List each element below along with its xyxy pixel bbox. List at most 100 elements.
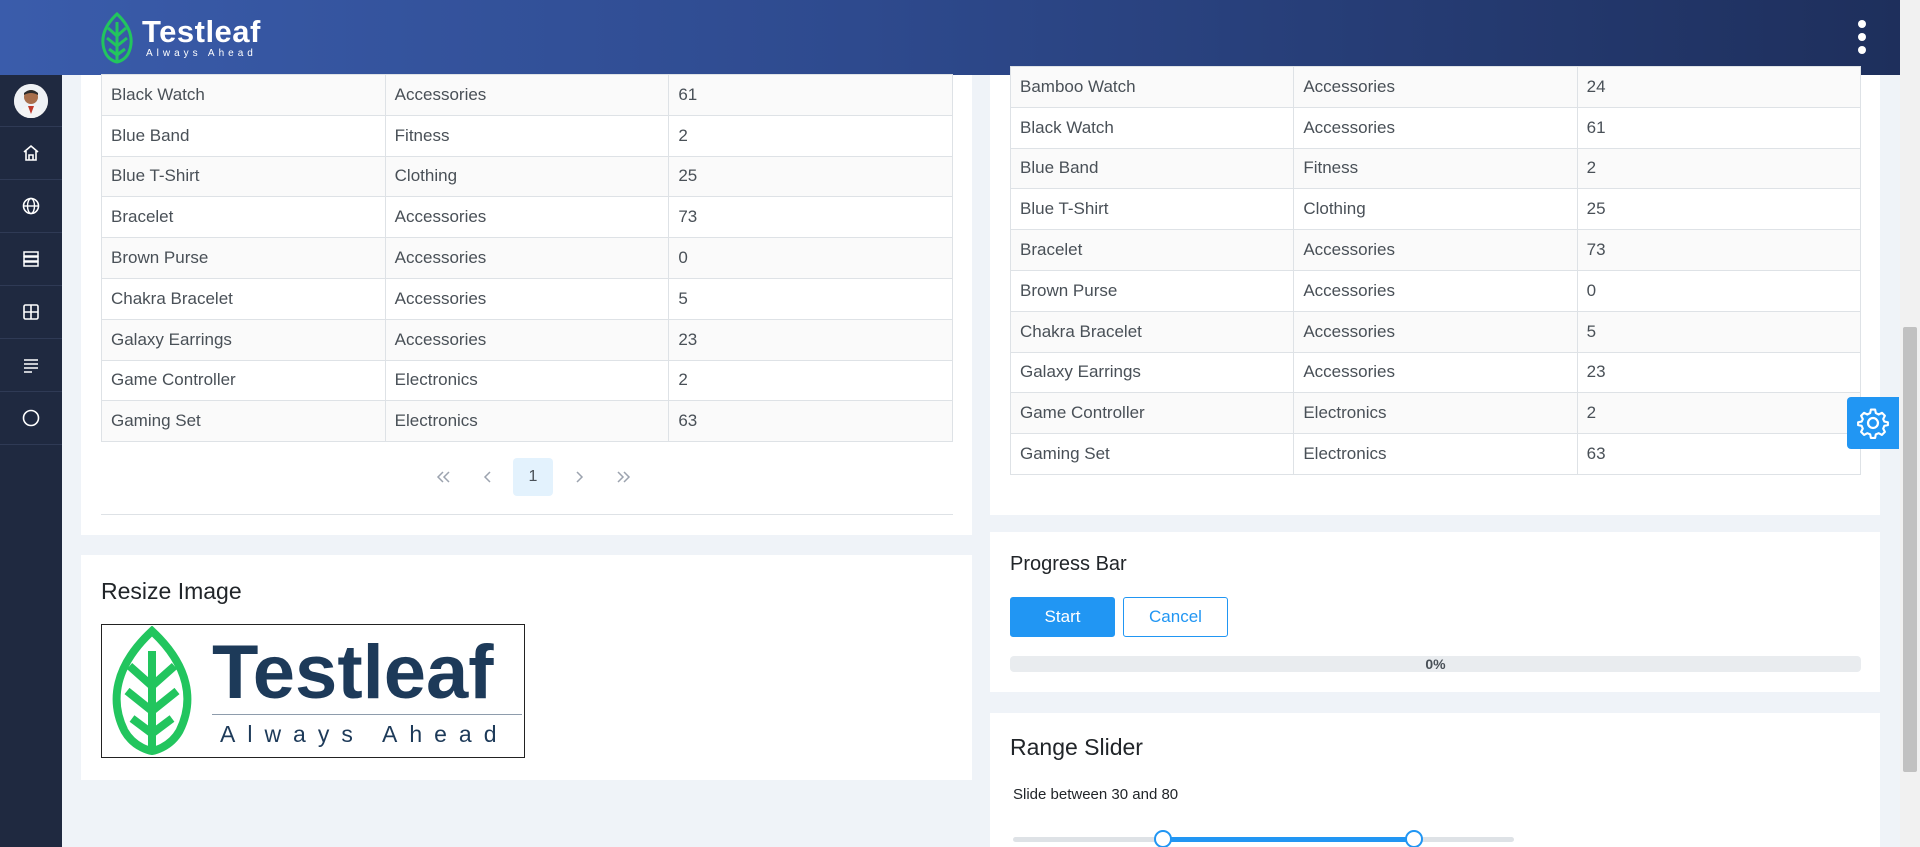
product-name-cell: Galaxy Earrings (1009, 351, 1295, 394)
table-row[interactable]: Galaxy Earrings Accessories 23 (1009, 351, 1862, 394)
quantity-cell: 0 (668, 237, 953, 279)
category-cell: Fitness (384, 114, 670, 157)
logo-title: Testleaf (142, 13, 261, 49)
quantity-cell: 0 (1576, 269, 1862, 312)
quantity-cell: 23 (1576, 351, 1862, 394)
resizable-image[interactable]: Testleaf Always Ahead (101, 624, 525, 758)
product-name-cell: Game Controller (101, 359, 386, 402)
product-name-cell: Blue Band (1009, 147, 1295, 190)
progress-value-label: 0% (1425, 656, 1446, 672)
resize-image-title: Resize Image (101, 578, 242, 604)
prev-page-button[interactable] (465, 458, 510, 496)
divider (101, 514, 953, 515)
range-slider-caption: Slide between 30 and 80 (1013, 786, 1179, 803)
product-name-cell: Bamboo Watch (1009, 66, 1295, 108)
product-name-cell: Black Watch (101, 74, 386, 116)
sidebar-item-list[interactable] (0, 339, 62, 392)
category-cell: Accessories (1293, 106, 1578, 149)
settings-config-button[interactable] (1847, 397, 1899, 449)
category-cell: Accessories (1293, 310, 1578, 353)
product-name-cell: Bracelet (101, 196, 386, 239)
quantity-cell: 2 (668, 114, 953, 157)
quantity-cell: 2 (1576, 392, 1862, 435)
table-row[interactable]: Game Controller Electronics 2 (1009, 392, 1862, 435)
double-chevron-left-icon (436, 471, 450, 483)
table-row[interactable]: Blue Band Fitness 2 (1009, 147, 1862, 190)
table-row[interactable]: Blue T-Shirt Clothing 25 (101, 155, 953, 198)
avatar[interactable] (0, 75, 62, 127)
quantity-cell: 63 (668, 400, 953, 443)
vertical-scrollbar-thumb[interactable] (1903, 327, 1917, 772)
user-avatar-image (14, 83, 48, 118)
quantity-cell: 61 (1576, 106, 1862, 149)
table-row[interactable]: Game Controller Electronics 2 (101, 359, 953, 402)
category-cell: Accessories (1293, 229, 1578, 271)
table-row[interactable]: Bracelet Accessories 73 (101, 196, 953, 239)
category-cell: Fitness (1293, 147, 1578, 190)
sidebar-item-misc[interactable] (0, 392, 62, 445)
home-icon (23, 144, 39, 161)
circle-icon (22, 409, 40, 427)
table-row[interactable]: Chakra Bracelet Accessories 5 (101, 277, 953, 320)
quantity-cell: 25 (1576, 188, 1862, 231)
app-logo[interactable]: Testleaf Always Ahead (98, 10, 261, 65)
sidebar-item-home[interactable] (0, 127, 62, 180)
gear-icon (1857, 408, 1889, 439)
product-name-cell: Blue T-Shirt (1009, 188, 1295, 231)
range-slider[interactable] (1013, 830, 1514, 847)
table-row[interactable]: Gaming Set Electronics 63 (101, 400, 953, 443)
table-row[interactable]: Blue T-Shirt Clothing 25 (1009, 188, 1862, 231)
product-name-cell: Game Controller (1009, 392, 1295, 435)
image-title-text: Testleaf (212, 630, 494, 715)
last-page-button[interactable] (601, 458, 646, 496)
cancel-button[interactable]: Cancel (1123, 597, 1228, 637)
product-name-cell: Brown Purse (1009, 269, 1295, 312)
sidebar (0, 75, 62, 847)
table-row[interactable]: Galaxy Earrings Accessories 23 (101, 318, 953, 361)
range-high-handle[interactable] (1404, 830, 1423, 847)
category-cell: Clothing (384, 155, 670, 198)
globe-icon (22, 197, 40, 215)
progress-bar-title: Progress Bar (1010, 553, 1127, 575)
category-cell: Accessories (1293, 269, 1578, 312)
first-page-button[interactable] (420, 458, 465, 496)
product-name-cell: Blue T-Shirt (101, 155, 386, 198)
category-cell: Accessories (384, 237, 670, 279)
more-options-icon[interactable] (1850, 18, 1874, 58)
table-row[interactable]: Brown Purse Accessories 0 (1009, 269, 1862, 312)
category-cell: Accessories (384, 318, 670, 361)
category-cell: Electronics (1293, 433, 1578, 475)
sidebar-item-table[interactable] (0, 286, 62, 339)
product-name-cell: Brown Purse (101, 237, 386, 279)
next-page-button[interactable] (556, 458, 601, 496)
logo-tagline: Always Ahead (146, 47, 257, 59)
table-row[interactable]: Blue Band Fitness 2 (101, 114, 953, 157)
category-cell: Electronics (1293, 392, 1578, 435)
quantity-cell: 63 (1576, 433, 1862, 475)
start-button[interactable]: Start (1010, 597, 1115, 637)
range-low-handle[interactable] (1154, 830, 1173, 847)
table-row[interactable]: Gaming Set Electronics 63 (1009, 433, 1862, 475)
server-icon (23, 251, 39, 267)
quantity-cell: 73 (668, 196, 953, 239)
page-number-button[interactable]: 1 (513, 458, 553, 496)
products-table-right: Bamboo Watch Accessories 24 Black Watch Acce… (1009, 66, 1862, 475)
table-row[interactable]: Bamboo Watch Accessories 24 (1009, 66, 1862, 108)
quantity-cell: 23 (668, 318, 953, 361)
category-cell: Accessories (1293, 66, 1578, 108)
table-row[interactable]: Brown Purse Accessories 0 (101, 237, 953, 279)
sidebar-item-data[interactable] (0, 233, 62, 286)
table-row[interactable]: Chakra Bracelet Accessories 5 (1009, 310, 1862, 353)
category-cell: Accessories (1293, 351, 1578, 394)
double-chevron-right-icon (616, 471, 630, 483)
sidebar-item-browser[interactable] (0, 180, 62, 233)
paginator: 1 (420, 458, 646, 496)
category-cell: Electronics (384, 400, 670, 443)
quantity-cell: 61 (668, 74, 953, 116)
table-row[interactable]: Bracelet Accessories 73 (1009, 229, 1862, 271)
quantity-cell: 5 (668, 277, 953, 320)
table-row[interactable]: Black Watch Accessories 61 (1009, 106, 1862, 149)
product-name-cell: Blue Band (101, 114, 386, 157)
quantity-cell: 2 (668, 359, 953, 402)
table-row[interactable]: Black Watch Accessories 61 (101, 74, 953, 116)
